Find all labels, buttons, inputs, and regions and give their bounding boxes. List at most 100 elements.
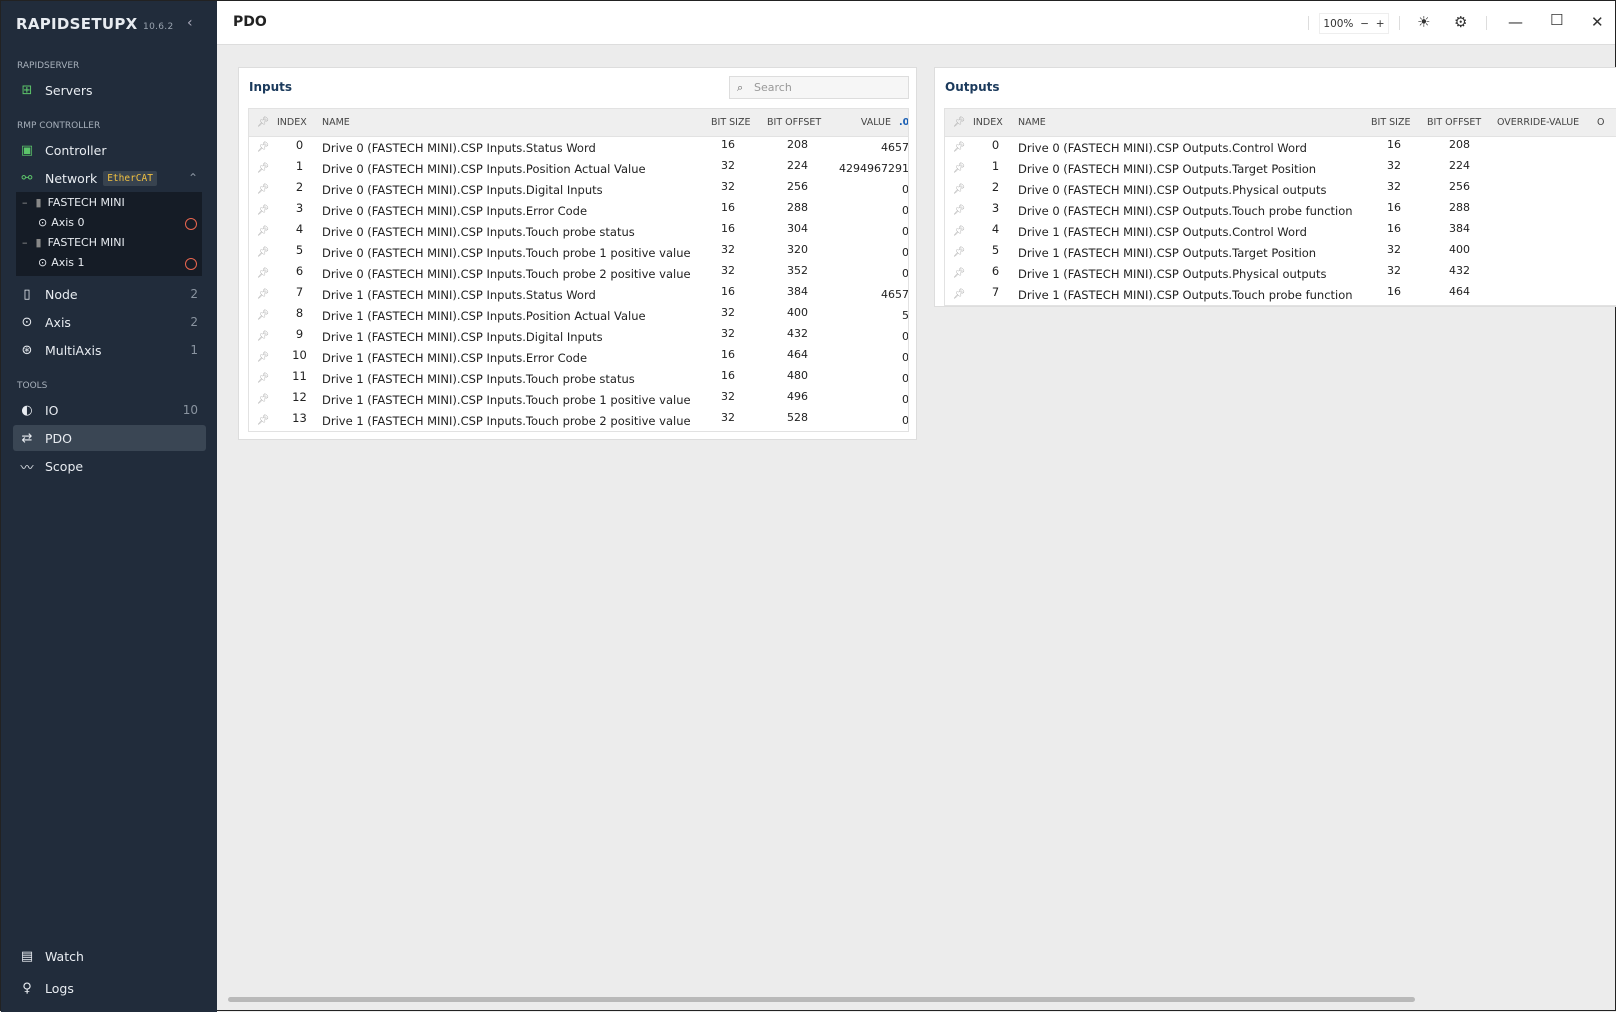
sidebar-item-multiaxis[interactable]: ⊛ MultiAxis 1 [13, 337, 206, 363]
pin-icon[interactable]: 📌︎ [249, 310, 277, 321]
watch-list-icon: ▤ [20, 948, 34, 964]
sidebar-item-controller[interactable]: ▣ Controller [13, 137, 206, 163]
search-input[interactable]: ⌕ Search [729, 76, 909, 99]
table-row[interactable]: 📌︎ 3 Drive 0 (FASTECH MINI).CSP Outputs.To… [945, 200, 1616, 221]
pin-icon[interactable]: 📌︎ [945, 289, 973, 300]
collapse-sidebar-icon[interactable]: ‹ [187, 15, 193, 31]
table-row[interactable]: 📌︎ 11 Drive 1 (FASTECH MINI).CSP Inputs.To… [249, 368, 908, 389]
pin-icon[interactable]: 📌︎ [945, 142, 973, 153]
table-row[interactable]: 📌︎ 4 Drive 0 (FASTECH MINI).CSP Inputs.Tou… [249, 221, 908, 242]
sidebar-item-io[interactable]: ◐ IO 10 [13, 397, 206, 423]
zoom-out-button[interactable]: − [1360, 18, 1369, 30]
pin-icon[interactable]: 📌︎ [249, 415, 277, 426]
pin-icon[interactable]: 📌︎ [249, 163, 277, 174]
table-row[interactable]: 📌︎ 5 Drive 1 (FASTECH MINI).CSP Outputs.Ta… [945, 242, 1616, 263]
collapse-icon[interactable]: – [22, 236, 28, 249]
pin-icon[interactable]: 📌︎ [249, 268, 277, 279]
row-bit-size: 32 [721, 180, 735, 193]
gear-icon[interactable]: ⚙ [1454, 13, 1467, 31]
table-row[interactable]: 📌︎ 5 Drive 0 (FASTECH MINI).CSP Inputs.Tou… [249, 242, 908, 263]
pin-icon[interactable]: 📌︎ [249, 184, 277, 195]
table-row[interactable]: 📌︎ 0 Drive 0 (FASTECH MINI).CSP Outputs.Co… [945, 137, 1616, 158]
pin-icon[interactable]: 📌︎ [945, 163, 973, 174]
pin-icon[interactable]: 📌︎ [249, 117, 277, 128]
row-name: Drive 0 (FASTECH MINI).CSP Inputs.Touch … [322, 224, 635, 239]
value-format-toggle[interactable]: .00 [899, 117, 908, 128]
col-value[interactable]: O [1597, 117, 1616, 128]
row-name: Drive 0 (FASTECH MINI).CSP Outputs.Contr… [1018, 140, 1307, 155]
collapse-icon[interactable]: – [22, 196, 28, 209]
col-name[interactable]: NAME [322, 117, 711, 128]
table-row[interactable]: 📌︎ 9 Drive 1 (FASTECH MINI).CSP Inputs.Dig… [249, 326, 908, 347]
tree-node-0[interactable]: – ▮ FASTECH MINI [22, 196, 125, 209]
col-value[interactable]: VALUE [835, 117, 891, 128]
col-bit-offset[interactable]: BIT OFFSET [1427, 117, 1497, 128]
table-row[interactable]: 📌︎ 1 Drive 0 (FASTECH MINI).CSP Inputs.Pos… [249, 158, 908, 179]
table-row[interactable]: 📌︎ 7 Drive 1 (FASTECH MINI).CSP Inputs.Sta… [249, 284, 908, 305]
pin-icon[interactable]: 📌︎ [249, 226, 277, 237]
horizontal-scrollbar[interactable] [228, 997, 1415, 1002]
pin-icon[interactable]: 📌︎ [945, 226, 973, 237]
theme-sun-icon[interactable]: ☀ [1417, 13, 1430, 31]
close-icon[interactable]: ✕ [1591, 13, 1604, 31]
chevron-up-icon[interactable]: ⌃ [188, 171, 198, 185]
tree-axis-1[interactable]: ⊙ Axis 1 [38, 256, 85, 269]
pin-icon[interactable]: 📌︎ [249, 373, 277, 384]
inputs-table: 📌︎ INDEX NAME BIT SIZE BIT OFFSET VALUE … [248, 108, 909, 432]
sidebar-item-pdo[interactable]: ⇄ PDO [13, 425, 206, 451]
axis-1-status-icon [185, 258, 197, 270]
maximize-icon[interactable]: ☐ [1550, 11, 1563, 29]
pin-icon[interactable]: 📌︎ [249, 289, 277, 300]
pin-icon[interactable]: 📌︎ [945, 268, 973, 279]
sidebar-item-servers[interactable]: ⊞ Servers [13, 77, 206, 103]
pin-icon[interactable]: 📌︎ [249, 247, 277, 258]
col-bit-size[interactable]: BIT SIZE [1371, 117, 1427, 128]
sidebar-item-axis[interactable]: ⊙ Axis 2 [13, 309, 206, 335]
table-row[interactable]: 📌︎ 2 Drive 0 (FASTECH MINI).CSP Outputs.Ph… [945, 179, 1616, 200]
table-row[interactable]: 📌︎ 3 Drive 0 (FASTECH MINI).CSP Inputs.Err… [249, 200, 908, 221]
row-bit-size: 16 [721, 369, 735, 382]
row-value: 0 [902, 225, 909, 238]
sidebar-item-watch[interactable]: ▤ Watch [13, 943, 206, 969]
col-override-value[interactable]: OVERRIDE-VALUE [1497, 117, 1597, 128]
sidebar-item-logs[interactable]: ♀ Logs [13, 975, 206, 1001]
table-header: 📌︎ INDEX NAME BIT SIZE BIT OFFSET VALUE … [249, 109, 908, 137]
col-bit-offset[interactable]: BIT OFFSET [767, 117, 835, 128]
row-name: Drive 0 (FASTECH MINI).CSP Inputs.Touch … [322, 266, 691, 281]
pin-icon[interactable]: 📌︎ [249, 394, 277, 405]
pin-icon[interactable]: 📌︎ [945, 247, 973, 258]
sidebar-item-node[interactable]: ▯ Node 2 [13, 281, 206, 307]
row-index: 4 [991, 221, 1000, 236]
table-row[interactable]: 📌︎ 12 Drive 1 (FASTECH MINI).CSP Inputs.To… [249, 389, 908, 410]
table-row[interactable]: 📌︎ 6 Drive 0 (FASTECH MINI).CSP Inputs.Tou… [249, 263, 908, 284]
pin-icon[interactable]: 📌︎ [945, 117, 973, 128]
pin-icon[interactable]: 📌︎ [249, 142, 277, 153]
sidebar-item-scope[interactable]: 〰 Scope [13, 453, 206, 479]
col-index[interactable]: INDEX [277, 117, 322, 128]
zoom-in-button[interactable]: + [1376, 18, 1385, 30]
table-row[interactable]: 📌︎ 13 Drive 1 (FASTECH MINI).CSP Inputs.To… [249, 410, 908, 431]
table-row[interactable]: 📌︎ 2 Drive 0 (FASTECH MINI).CSP Inputs.Dig… [249, 179, 908, 200]
tree-axis-0[interactable]: ⊙ Axis 0 [38, 216, 85, 229]
table-row[interactable]: 📌︎ 6 Drive 1 (FASTECH MINI).CSP Outputs.Ph… [945, 263, 1616, 284]
pin-icon[interactable]: 📌︎ [249, 205, 277, 216]
table-row[interactable]: 📌︎ 10 Drive 1 (FASTECH MINI).CSP Inputs.Er… [249, 347, 908, 368]
table-row[interactable]: 📌︎ 1 Drive 0 (FASTECH MINI).CSP Outputs.Ta… [945, 158, 1616, 179]
table-row[interactable]: 📌︎ 4 Drive 1 (FASTECH MINI).CSP Outputs.Co… [945, 221, 1616, 242]
pin-icon[interactable]: 📌︎ [249, 352, 277, 363]
sidebar-item-network[interactable]: ⚯ Network EtherCAT ⌃ [13, 165, 206, 191]
pin-icon[interactable]: 📌︎ [945, 184, 973, 195]
tree-node-1[interactable]: – ▮ FASTECH MINI [22, 236, 125, 249]
col-index[interactable]: INDEX [973, 117, 1018, 128]
search-placeholder: Search [754, 81, 792, 94]
table-row[interactable]: 📌︎ 8 Drive 1 (FASTECH MINI).CSP Inputs.Pos… [249, 305, 908, 326]
table-row[interactable]: 📌︎ 7 Drive 1 (FASTECH MINI).CSP Outputs.To… [945, 284, 1616, 305]
pin-icon[interactable]: 📌︎ [249, 331, 277, 342]
row-bit-size: 16 [1387, 201, 1401, 214]
pin-icon[interactable]: 📌︎ [945, 205, 973, 216]
minimize-icon[interactable]: — [1508, 13, 1523, 31]
row-name: Drive 0 (FASTECH MINI).CSP Outputs.Targe… [1018, 161, 1317, 176]
col-name[interactable]: NAME [1018, 117, 1371, 128]
table-row[interactable]: 📌︎ 0 Drive 0 (FASTECH MINI).CSP Inputs.Sta… [249, 137, 908, 158]
col-bit-size[interactable]: BIT SIZE [711, 117, 767, 128]
